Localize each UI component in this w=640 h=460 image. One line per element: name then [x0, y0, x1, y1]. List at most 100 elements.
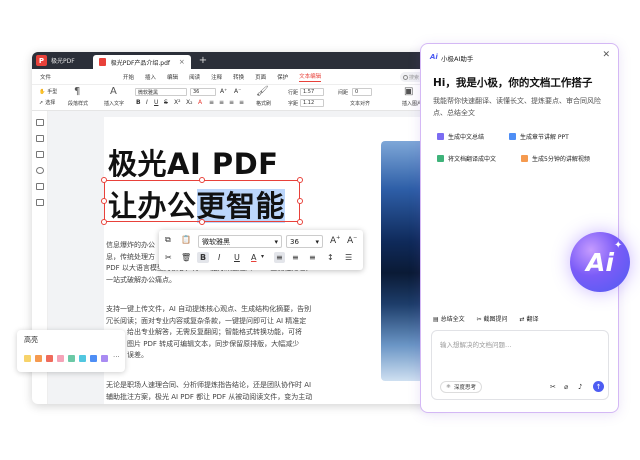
align-left-icon[interactable]: ≡ — [209, 99, 214, 106]
more-colors-icon[interactable]: ··· — [113, 353, 120, 361]
thumbnail-icon[interactable] — [36, 119, 44, 126]
menu-edit[interactable]: 编辑 — [167, 73, 178, 81]
decrease-font-icon[interactable]: A− — [347, 235, 357, 246]
paragraph-spacing-icon[interactable]: ☰ — [345, 253, 352, 262]
menu-page[interactable]: 页面 — [255, 73, 266, 81]
bold-icon[interactable]: B — [197, 252, 210, 263]
subscript-icon[interactable]: X₂ — [186, 99, 193, 106]
paragraph-2[interactable]: 支持一键上传文件，AI 自动提炼核心观点、生成结构化摘要，告别 冗长阅读；面对专… — [106, 304, 311, 362]
text-selection-box[interactable] — [104, 180, 300, 222]
resize-handle[interactable] — [101, 198, 107, 204]
bold-icon[interactable]: B — [136, 99, 141, 106]
insert-image-icon[interactable]: ▣ — [404, 86, 413, 97]
increase-font-icon[interactable]: A+ — [330, 235, 340, 246]
menu-file[interactable]: 文件 — [40, 73, 51, 81]
underline-icon[interactable]: U — [154, 99, 158, 106]
menu-start[interactable]: 开始 — [123, 73, 134, 81]
menu-text-edit[interactable]: 文本编辑 — [299, 72, 322, 82]
underline-icon[interactable]: U — [234, 253, 240, 262]
font-size-select[interactable]: 36 — [190, 88, 216, 96]
chip-translate-chinese[interactable]: 将文档翻译成中文 — [437, 154, 496, 163]
resize-handle[interactable] — [297, 219, 303, 225]
line-spacing-icon[interactable]: ↕ — [327, 253, 334, 262]
color-swatch-red[interactable] — [46, 355, 53, 362]
document-heading-1[interactable]: 极光AI PDF — [108, 141, 278, 183]
grid-icon[interactable] — [36, 135, 44, 142]
pen-icon[interactable] — [36, 151, 44, 158]
menu-insert[interactable]: 插入 — [145, 73, 156, 81]
deep-think-toggle[interactable]: ⚛ 深度思考 — [440, 381, 482, 393]
document-tab[interactable]: 极光PDF产品介绍.pdf × — [92, 55, 191, 69]
close-icon[interactable]: × — [179, 58, 185, 66]
menu-annotate[interactable]: 注释 — [211, 73, 222, 81]
font-color-icon[interactable]: A — [251, 253, 256, 262]
copy-icon[interactable]: ⧉ — [165, 235, 171, 245]
font-select[interactable]: 微软雅黑 ▾ — [198, 235, 282, 248]
format-painter-icon[interactable]: 🖌 — [256, 86, 269, 97]
chip-chapter-ppt[interactable]: 生成章节讲解 PPT — [509, 132, 569, 141]
color-swatch-pink[interactable] — [57, 355, 64, 362]
cut-icon[interactable]: ✂ — [165, 253, 172, 262]
strikethrough-icon[interactable]: S — [164, 99, 168, 106]
paste-icon[interactable]: 📋 — [181, 235, 191, 244]
microphone-icon[interactable]: ♪ — [578, 383, 582, 391]
align-right-icon[interactable]: ≡ — [309, 253, 316, 262]
paragraph-3[interactable]: 无论是职场人速理合同、分析师提炼指告结论，还是团队协作时 AI 辅助批注方案，极… — [106, 380, 312, 402]
align-left-icon[interactable]: ≡ — [274, 252, 285, 263]
insert-image-label: 插入图片 — [402, 101, 423, 107]
atom-icon: ⚛ — [446, 384, 451, 390]
color-swatch-purple[interactable] — [101, 355, 108, 362]
font-color-icon[interactable]: A — [198, 99, 202, 106]
align-justify-icon[interactable]: ≡ — [239, 99, 244, 106]
line-height-input[interactable]: 1.57 — [300, 88, 324, 96]
resize-handle[interactable] — [101, 219, 107, 225]
spacing-input[interactable]: 0 — [352, 88, 372, 96]
attachment-icon[interactable]: ⌀ — [564, 383, 568, 391]
search-icon[interactable] — [36, 167, 44, 174]
attachment-icon[interactable] — [36, 183, 44, 190]
paragraph-style-icon[interactable]: ¶ — [74, 86, 80, 97]
word-spacing-input[interactable]: 1.12 — [300, 99, 324, 107]
color-swatch-green[interactable] — [68, 355, 75, 362]
chip-explain-video[interactable]: 生成5分钟的讲解视频 — [521, 154, 590, 163]
summarize-button[interactable]: ▤ 总结全文 — [433, 314, 465, 323]
close-icon[interactable]: ✕ — [602, 50, 610, 60]
menu-read[interactable]: 阅读 — [189, 73, 200, 81]
resize-handle[interactable] — [199, 177, 205, 183]
align-center-icon[interactable]: ≡ — [292, 253, 299, 262]
chip-chinese-summary[interactable]: 生成中文总结 — [437, 132, 484, 141]
align-right-icon[interactable]: ≡ — [229, 99, 234, 106]
ai-question-input[interactable]: 输入想解决的文档问题… ⚛ 深度思考 ✂ ⌀ ♪ ↑ — [431, 330, 609, 400]
insert-text-icon[interactable]: A — [110, 86, 117, 97]
color-swatch-cyan[interactable] — [79, 355, 86, 362]
cut-icon[interactable]: ✂ — [550, 383, 556, 391]
italic-icon[interactable]: I — [218, 253, 220, 262]
menu-convert[interactable]: 转换 — [233, 73, 244, 81]
color-swatch-yellow[interactable] — [24, 355, 31, 362]
screenshot-ask-button[interactable]: ✂ 截图提问 — [477, 314, 508, 323]
send-button[interactable]: ↑ — [593, 381, 604, 392]
align-center-icon[interactable]: ≡ — [219, 99, 224, 106]
decrease-font-icon[interactable]: A⁻ — [234, 88, 241, 95]
resize-handle[interactable] — [297, 177, 303, 183]
resize-handle[interactable] — [199, 219, 205, 225]
color-swatch-blue[interactable] — [90, 355, 97, 362]
chevron-down-icon[interactable]: ▾ — [261, 253, 264, 260]
resize-handle[interactable] — [101, 177, 107, 183]
delete-icon[interactable]: 🗑 — [181, 253, 191, 262]
italic-icon[interactable]: I — [146, 99, 148, 106]
color-swatch-orange[interactable] — [35, 355, 42, 362]
menu-protect[interactable]: 保护 — [277, 73, 288, 81]
document-image[interactable] — [381, 141, 421, 381]
resize-handle[interactable] — [297, 198, 303, 204]
font-select[interactable]: 微软雅黑 — [135, 88, 187, 96]
select-tool[interactable]: ➚ 选择 — [39, 99, 55, 107]
layers-icon[interactable] — [36, 199, 44, 206]
font-size-select[interactable]: 36 ▾ — [286, 235, 323, 248]
translate-button[interactable]: ⇄ 翻译 — [520, 314, 539, 323]
superscript-icon[interactable]: X² — [174, 99, 181, 106]
hand-icon: ✋ — [39, 88, 46, 95]
increase-font-icon[interactable]: A⁺ — [220, 88, 227, 95]
plus-icon[interactable]: + — [199, 55, 207, 66]
hand-tool[interactable]: ✋ 手型 — [39, 88, 57, 96]
